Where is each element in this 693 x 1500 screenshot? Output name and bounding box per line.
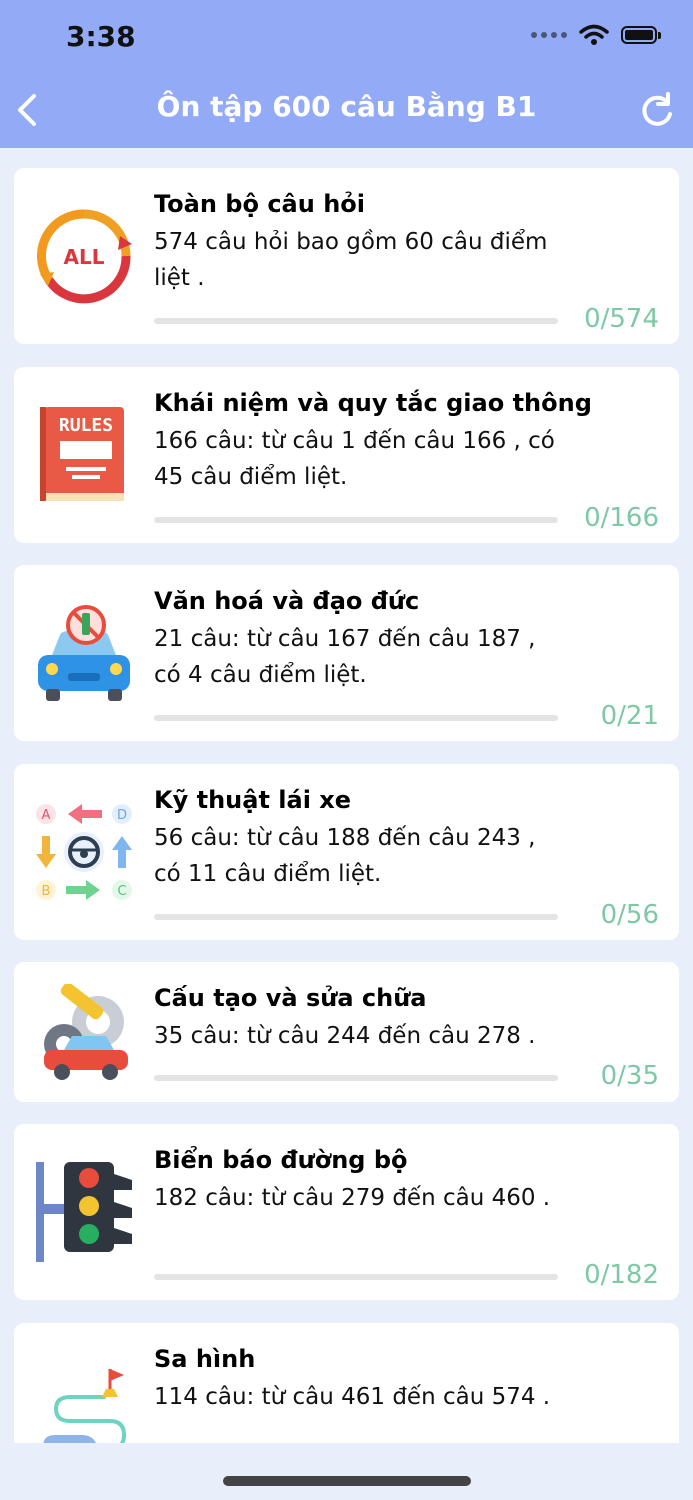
app-header: 3:38 Ôn tập 600 câu Bằng B1 (0, 0, 693, 148)
progress-count: 0/56 (600, 900, 659, 930)
category-description: 35 câu: từ câu 244 đến câu 278 . (154, 1023, 536, 1049)
steering-arrows-icon: A D B C (36, 804, 132, 900)
category-title: Toàn bộ câu hỏi (154, 190, 365, 218)
progress-bar (154, 517, 558, 523)
category-description: 166 câu: từ câu 1 đến câu 166 , có 45 câ… (154, 428, 555, 490)
category-description: 574 câu hỏi bao gồm 60 câu điểm liệt . (154, 229, 548, 291)
category-list[interactable]: ALL Toàn bộ câu hỏi 574 câu hỏi bao gồm … (0, 148, 693, 1443)
refresh-button[interactable] (637, 88, 677, 132)
car-repair-icon (44, 984, 128, 1080)
category-card-repair[interactable]: Cấu tạo và sửa chữa 35 câu: từ câu 244 đ… (14, 962, 679, 1102)
page-title: Ôn tập 600 câu Bằng B1 (156, 90, 537, 123)
svg-text:B: B (42, 884, 51, 899)
svg-text:A: A (42, 808, 51, 823)
home-indicator[interactable] (223, 1476, 471, 1486)
category-title: Khái niệm và quy tắc giao thông (154, 389, 592, 417)
progress-bar (154, 715, 558, 721)
category-card-all[interactable]: ALL Toàn bộ câu hỏi 574 câu hỏi bao gồm … (14, 168, 679, 344)
svg-text:ALL: ALL (64, 245, 105, 269)
category-card-signs[interactable]: Biển báo đường bộ 182 câu: từ câu 279 đế… (14, 1124, 679, 1300)
progress-count: 0/35 (600, 1061, 659, 1091)
progress-bar (154, 1075, 558, 1081)
category-card-technique[interactable]: A D B C Kỹ thuật lái xe 56 câu: từ câu 1… (14, 764, 679, 940)
progress-count: 0/21 (600, 701, 659, 731)
svg-text:RULES: RULES (59, 415, 113, 436)
progress-count: 0/182 (584, 1260, 659, 1290)
status-icons (531, 24, 661, 46)
signal-icon (531, 32, 567, 38)
category-title: Biển báo đường bộ (154, 1146, 408, 1174)
battery-icon (621, 26, 661, 44)
car-no-alcohol-icon (38, 605, 130, 701)
progress-bar (154, 914, 558, 920)
category-title: Kỹ thuật lái xe (154, 786, 352, 814)
svg-text:D: D (117, 808, 127, 823)
svg-text:C: C (117, 884, 126, 899)
category-title: Sa hình (154, 1345, 256, 1373)
category-title: Cấu tạo và sửa chữa (154, 984, 427, 1012)
progress-count: 0/574 (584, 304, 659, 334)
progress-count: 0/166 (584, 503, 659, 533)
category-card-rules[interactable]: RULES Khái niệm và quy tắc giao thông 16… (14, 367, 679, 543)
category-card-map[interactable]: Sa hình 114 câu: từ câu 461 đến câu 574 … (14, 1323, 679, 1443)
category-card-culture[interactable]: Văn hoá và đạo đức 21 câu: từ câu 167 đế… (14, 565, 679, 741)
category-description: 21 câu: từ câu 167 đến câu 187 , có 4 câ… (154, 626, 536, 688)
route-map-icon (43, 1369, 127, 1443)
category-description: 56 câu: từ câu 188 đến câu 243 , có 11 c… (154, 825, 536, 887)
wifi-icon (579, 24, 609, 45)
status-time: 3:38 (66, 20, 136, 53)
all-cycle-icon: ALL (36, 209, 132, 304)
progress-bar (154, 1274, 558, 1280)
category-title: Văn hoá và đạo đức (154, 587, 420, 615)
rules-book-icon: RULES (40, 407, 124, 501)
traffic-light-icon (36, 1162, 132, 1262)
progress-bar (154, 318, 558, 324)
category-description: 182 câu: từ câu 279 đến câu 460 . (154, 1185, 551, 1211)
category-description: 114 câu: từ câu 461 đến câu 574 . (154, 1384, 551, 1410)
